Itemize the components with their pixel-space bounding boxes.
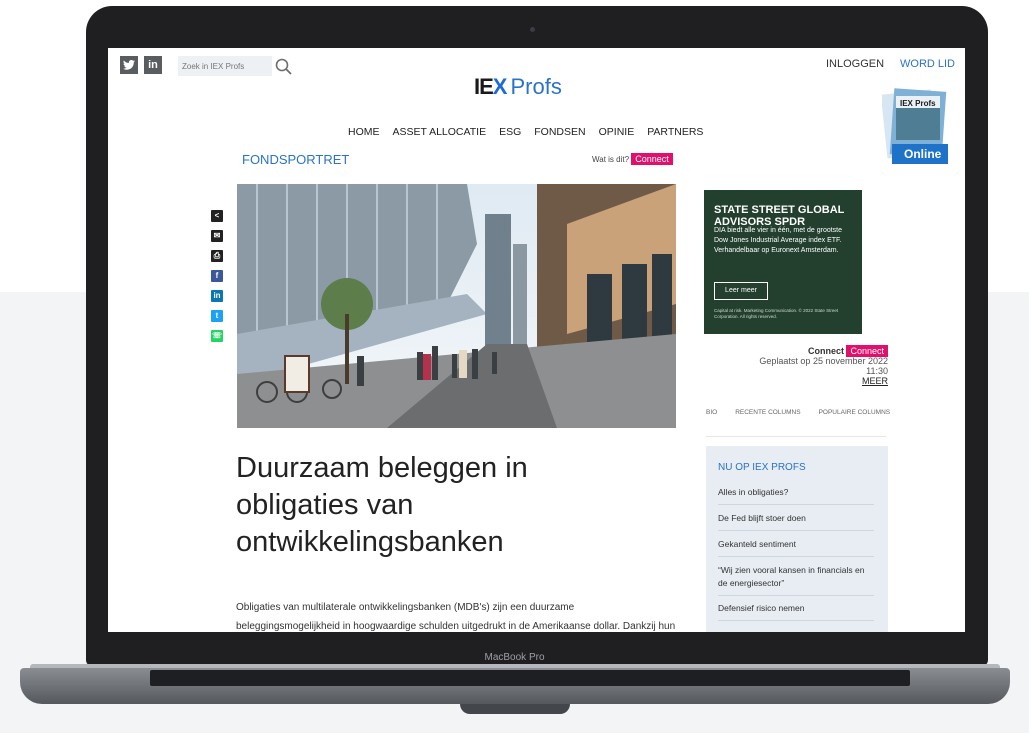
nav-item-partners[interactable]: PARTNERS	[647, 126, 703, 138]
site-logo[interactable]: IEX Profs	[474, 74, 562, 102]
signup-link[interactable]: WORD LID	[900, 58, 955, 70]
nu-op-iex-profs-panel: NU OP IEX PROFS Alles in obligaties? De …	[706, 446, 888, 632]
twitter-icon[interactable]	[120, 56, 138, 74]
nav-item-fondsen[interactable]: FONDSEN	[534, 126, 585, 138]
divider	[706, 436, 886, 437]
nav-item-home[interactable]: HOME	[348, 126, 380, 138]
more-link[interactable]: MEER	[708, 376, 888, 386]
email-icon[interactable]: ✉	[211, 230, 223, 242]
nav-item-esg[interactable]: ESG	[499, 126, 521, 138]
logo-word: Profs	[510, 74, 562, 99]
share-bar: < ✉ ⎙ f in t ☏	[211, 210, 223, 350]
whatsapp-icon[interactable]: ☏	[211, 330, 223, 342]
trackpad-notch	[460, 704, 570, 714]
list-item[interactable]: Defensief risico nemen	[718, 602, 874, 621]
svg-text:IEX Profs: IEX Profs	[900, 99, 936, 108]
ad-brand: STATE STREET GLOBAL ADVISORS SPDR	[714, 204, 845, 228]
tab-bio[interactable]: BIO	[706, 409, 717, 416]
login-link[interactable]: INLOGGEN	[826, 58, 884, 70]
print-icon[interactable]: ⎙	[211, 250, 223, 262]
what-is-this-link[interactable]: Wat is dit?	[592, 155, 629, 164]
panel-title: NU OP IEX PROFS	[718, 462, 806, 473]
author-connect-block: Connect Connect Geplaatst op 25 november…	[708, 345, 888, 386]
browser-screen: in IEX Profs INLOGGEN WORD LID IEX Profs…	[108, 48, 965, 632]
ad-learn-more-button[interactable]: Leer meer	[714, 282, 768, 300]
search-input[interactable]	[178, 56, 276, 77]
linkedin-share-icon[interactable]: in	[211, 290, 223, 302]
keyboard	[150, 670, 910, 686]
search-icon[interactable]	[274, 57, 294, 77]
list-item[interactable]: De Fed blijft stoer doen	[718, 512, 874, 531]
facebook-icon[interactable]: f	[211, 270, 223, 282]
main-nav: HOME ASSET ALLOCATIE ESG FONDSEN OPINIE …	[348, 126, 703, 138]
posted-time: 11:30	[866, 366, 888, 376]
list-item[interactable]: “Wij zien vooral kansen in financials en…	[718, 564, 874, 596]
list-item[interactable]: Gekanteld sentiment	[718, 538, 874, 557]
ad-copy: DIA biedt alle vier in één, met de groot…	[714, 227, 843, 254]
columns-tabs: BIO RECENTE COLUMNS POPULAIRE COLUMNS	[706, 409, 890, 416]
connect-badge[interactable]: Connect	[631, 153, 673, 165]
device-label: MacBook Pro	[484, 652, 545, 663]
nav-item-opinie[interactable]: OPINIE	[599, 126, 635, 138]
section-title[interactable]: FONDSPORTRET	[242, 152, 349, 167]
search-field[interactable]	[178, 56, 276, 77]
linkedin-icon[interactable]: in	[144, 56, 162, 74]
article-headline: Duurzaam beleggen in obligaties van ontw…	[236, 452, 528, 558]
advertisement[interactable]: STATE STREET GLOBAL ADVISORS SPDR DIA bi…	[704, 190, 862, 334]
camera-icon	[530, 27, 535, 32]
share-icon[interactable]: <	[211, 210, 223, 222]
tab-popular-columns[interactable]: POPULAIRE COLUMNS	[819, 409, 891, 416]
nav-item-asset-allocatie[interactable]: ASSET ALLOCATIE	[393, 126, 487, 138]
ad-fine-print: Capital at risk. Marketing Communication…	[714, 308, 839, 319]
list-item[interactable]: Alles in obligaties?	[718, 486, 874, 505]
logo-mark: IEX	[474, 74, 507, 99]
magazine-thumbnail[interactable]: IEX Profs Online	[880, 86, 954, 168]
posted-date: Geplaatst op 25 november 2022	[759, 356, 888, 366]
twitter-share-icon[interactable]: t	[211, 310, 223, 322]
article-hero-image	[237, 184, 676, 428]
connect-label: Connect	[807, 346, 844, 356]
tab-recent-columns[interactable]: RECENTE COLUMNS	[735, 409, 800, 416]
what-is-this: Wat is dit? Connect	[592, 153, 673, 165]
article-body: Obligaties van multilaterale ontwikkelin…	[236, 602, 676, 632]
magazine-label: Online	[904, 147, 942, 161]
